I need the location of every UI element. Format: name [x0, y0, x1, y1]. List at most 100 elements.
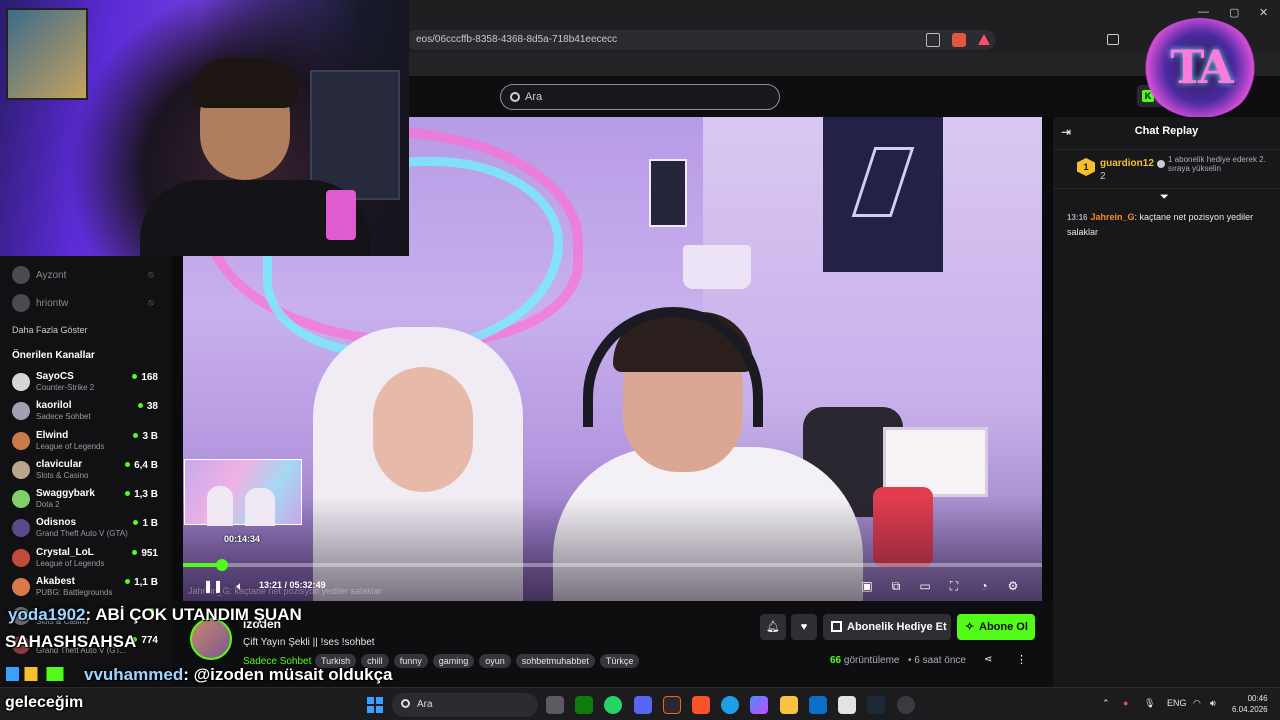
recommended-channel[interactable]: Swaggybark Dota 2 1,3 B — [12, 487, 162, 513]
avatar — [12, 432, 30, 450]
channel-name: Swaggybark — [36, 488, 95, 499]
chevron-down-icon[interactable]: ⏷ — [1160, 191, 1169, 204]
more-options-icon[interactable]: ⋮ — [1016, 653, 1027, 666]
recommended-channel[interactable]: Elwind League of Legends 3 B — [12, 429, 162, 455]
copilot-icon[interactable] — [750, 696, 768, 714]
channel-category: League of Legends — [36, 559, 105, 568]
channel-name: Elwind — [36, 430, 69, 441]
search-input[interactable] — [525, 89, 765, 105]
overlay-chat-line: yoda1902: ABİ ÇOK UTANDIM ŞUAN — [8, 605, 302, 625]
pause-icon[interactable]: ❚❚ — [203, 578, 223, 594]
discord-icon[interactable] — [634, 696, 652, 714]
volume-icon[interactable]: 🔈︎ — [232, 578, 248, 594]
miniplayer-icon[interactable]: ▭ — [917, 578, 933, 594]
playback-speed-icon[interactable]: ◔ — [976, 578, 992, 594]
facecam-person-hair — [192, 58, 298, 108]
brave-icon[interactable] — [692, 696, 710, 714]
avatar — [12, 373, 30, 391]
tray-app-icon[interactable]: ● — [1123, 698, 1128, 708]
views-label: görüntüleme — [843, 655, 900, 666]
heart-icon[interactable]: ♥ — [791, 614, 817, 640]
thumb-figure — [207, 486, 233, 526]
clock[interactable]: 00:46 6.04.2026 — [1232, 693, 1268, 715]
outlook-icon[interactable] — [809, 696, 827, 714]
tag[interactable]: gaming — [432, 654, 475, 668]
viewer-count: 6,4 B — [125, 460, 158, 471]
microphone-icon[interactable]: 🎙︎ — [1144, 698, 1155, 709]
url-field[interactable]: eos/06cccffb-8358-4368-8d5a-718b41eececc — [406, 30, 996, 50]
channel-name: clavicular — [36, 459, 83, 470]
whatsapp-icon[interactable] — [604, 696, 622, 714]
theater-mode-icon[interactable]: ▣ — [859, 578, 875, 594]
obs-icon[interactable] — [897, 696, 915, 714]
offline-icon: ⦸ — [148, 297, 154, 307]
gift-leaderboard: 1 guardion12 2 1 abonelik hediye ederek … — [1053, 149, 1280, 189]
wifi-icon[interactable]: ◠ — [1193, 698, 1201, 709]
edge-icon[interactable] — [721, 696, 739, 714]
xbox-icon[interactable] — [575, 696, 593, 714]
avatar — [12, 461, 30, 479]
tag[interactable]: Türkçe — [599, 654, 640, 668]
share-page-icon[interactable] — [926, 33, 940, 47]
time-current: 13:21 — [259, 580, 283, 590]
steam-icon[interactable] — [867, 696, 885, 714]
tag[interactable]: funny — [393, 654, 428, 668]
message-user[interactable]: Jahrein_G — [1090, 212, 1134, 222]
viewer-count: 1,3 B — [125, 489, 158, 500]
search-icon — [401, 699, 410, 708]
show-more-link[interactable]: Daha Fazla Göster — [12, 325, 88, 335]
tag[interactable]: oyun — [479, 654, 511, 668]
leader-name[interactable]: guardion12 — [1100, 158, 1154, 169]
search-icon — [510, 92, 520, 102]
recommended-channel[interactable]: clavicular Slots & Casino 6,4 B — [12, 458, 162, 484]
task-view-icon[interactable] — [546, 696, 564, 714]
viewer-count: 1,1 B — [125, 577, 158, 588]
gift-icon — [831, 621, 842, 632]
sidebar-followed-item[interactable]: hriontw — [12, 294, 68, 312]
seek-bar[interactable] — [183, 559, 1042, 571]
recommended-channel[interactable]: Odisnos Grand Theft Auto V (GTA) 1 B — [12, 516, 162, 542]
brave-shield-icon[interactable] — [952, 33, 966, 47]
chat-message: 13:16 Jahrein_G: kaçtane net pozisyon yed… — [1067, 210, 1272, 239]
video-scene-lamp — [683, 245, 751, 289]
sidebar-followed-item[interactable]: Ayzont — [12, 266, 66, 284]
subscribe-button[interactable]: ✧ Abone Ol — [957, 614, 1035, 640]
overlay-chat-user: yoda1902 — [8, 605, 86, 624]
star-icon: ✧ — [965, 621, 975, 633]
app-icon[interactable] — [663, 696, 681, 714]
overlay-badge-icons — [6, 667, 78, 681]
gift-icon — [1157, 160, 1165, 168]
view-count: 66 görüntüleme — [830, 655, 900, 666]
overlay-chat-text: geleceğim — [5, 694, 84, 711]
close-icon[interactable]: ✕ — [1259, 6, 1268, 19]
minimize-icon[interactable]: — — [1198, 6, 1209, 18]
clip-icon[interactable]: ⧉ — [888, 578, 904, 594]
facecam-window — [310, 70, 400, 200]
seek-preview-time: 00:14:34 — [224, 534, 261, 544]
store-icon[interactable] — [838, 696, 856, 714]
recommended-channel[interactable]: kaorilol Sadece Sohbet 38 — [12, 399, 162, 425]
bell-icon[interactable]: 🔔︎ — [760, 614, 786, 640]
recommended-channel[interactable]: SayoCS Counter-Strike 2 168 — [12, 370, 162, 396]
taskbar-search[interactable]: Ara — [392, 693, 538, 717]
brave-rewards-icon[interactable] — [978, 34, 990, 45]
windows-start-icon[interactable] — [367, 697, 383, 713]
fullscreen-icon[interactable]: ⛶ — [946, 578, 962, 594]
speaker-icon[interactable]: 🔊︎ — [1210, 698, 1216, 709]
overlay-chat-user: vvuhammed — [84, 665, 184, 684]
gift-label: Abonelik Hediye Et — [847, 621, 947, 633]
recommended-channel[interactable]: Crystal_LoL League of Legends 951 — [12, 546, 162, 572]
recommended-channel[interactable]: Akabest PUBG: Battlegrounds 1,1 B — [12, 575, 162, 601]
gift-subscription-button[interactable]: Abonelik Hediye Et — [823, 614, 951, 640]
avatar — [12, 402, 30, 420]
language-indicator[interactable]: ENG — [1167, 698, 1187, 708]
file-explorer-icon[interactable] — [780, 696, 798, 714]
sidebar-toggle-icon[interactable] — [1107, 34, 1119, 45]
tag[interactable]: sohbetmuhabbet — [515, 654, 595, 668]
chat-title: Chat Replay — [1134, 125, 1199, 137]
share-icon[interactable]: ⋖ — [984, 654, 992, 665]
seek-handle[interactable] — [215, 559, 228, 571]
offline-icon: ⦸ — [148, 269, 154, 279]
settings-gear-icon[interactable]: ⚙ — [1005, 578, 1021, 594]
tray-chevron-icon[interactable]: ⌃ — [1102, 698, 1110, 709]
